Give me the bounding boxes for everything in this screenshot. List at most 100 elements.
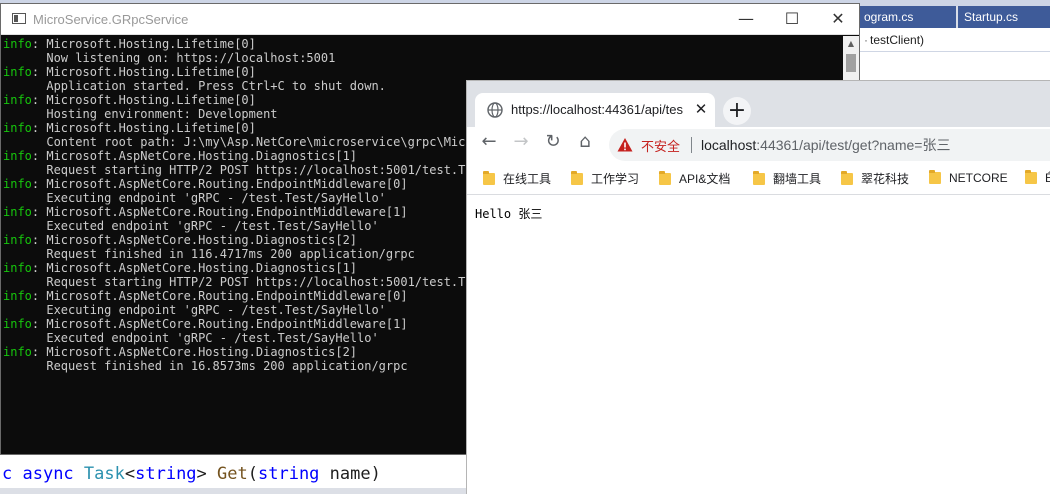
forward-button[interactable]: → — [507, 131, 535, 159]
log-level: info — [3, 317, 32, 331]
reload-button[interactable]: ↻ — [539, 131, 567, 159]
address-separator — [691, 137, 692, 153]
bookmark-folder[interactable]: API&文档 — [659, 170, 730, 188]
log-text: : Microsoft.Hosting.Lifetime[0] — [31, 65, 256, 79]
browser-window: https://localhost:44361/api/tes ✕ + ← → … — [466, 80, 1050, 494]
browser-tab-strip: https://localhost:44361/api/tes ✕ + — [467, 81, 1050, 127]
log-text: Application started. Press Ctrl+C to shu… — [3, 79, 386, 93]
folder-icon — [1025, 170, 1037, 184]
log-text: : Microsoft.Hosting.Lifetime[0] — [31, 93, 256, 107]
console-title: MicroService.GRpcService — [33, 12, 189, 27]
code-token: name) — [319, 464, 381, 484]
close-button[interactable]: ✕ — [815, 4, 861, 35]
code-token: async — [22, 464, 74, 484]
log-level: info — [3, 149, 32, 163]
bookmarks-bar: 在线工具 工作学习 API&文档 翻墙工具 翠花科技 NETCORE É — [467, 163, 1050, 195]
bookmark-folder[interactable]: NETCORE — [929, 170, 1008, 188]
folder-icon — [571, 171, 583, 185]
new-tab-button[interactable]: + — [723, 97, 751, 125]
log-text: : Microsoft.Hosting.Lifetime[0] — [31, 37, 256, 51]
maximize-button[interactable]: ☐ — [769, 4, 815, 35]
home-button[interactable]: ⌂ — [571, 131, 599, 159]
log-text: : Microsoft.Hosting.Lifetime[0] — [31, 121, 256, 135]
bookmark-label: 工作学习 — [591, 172, 640, 186]
browser-tab-title: https://localhost:44361/api/tes — [511, 102, 684, 117]
url-text[interactable]: localhost:44361/api/test/get?name=张三 — [701, 135, 950, 155]
log-level: info — [3, 205, 32, 219]
security-status[interactable]: 不安全 — [641, 136, 680, 155]
code-token: Task — [83, 464, 125, 484]
bookmark-folder[interactable]: 翠花科技 — [841, 170, 909, 188]
folder-icon — [841, 171, 853, 185]
ide-tab-program[interactable]: ogram.cs — [858, 6, 956, 28]
code-token: > — [196, 464, 218, 484]
browser-tab[interactable]: https://localhost:44361/api/tes ✕ — [475, 93, 715, 127]
browser-toolbar: ← → ↻ ⌂ 不安全 localhost:44361/api/test/get… — [467, 127, 1050, 163]
scrollbar-thumb[interactable] — [846, 54, 856, 72]
log-text: : Microsoft.AspNetCore.Hosting.Diagnosti… — [31, 345, 358, 359]
page-content: Hello 张三 — [467, 196, 1050, 494]
log-text: : Microsoft.AspNetCore.Routing.EndpointM… — [31, 289, 408, 303]
url-host: localhost — [701, 137, 757, 153]
console-app-icon — [12, 13, 26, 24]
log-text: Content root path: J:\my\Asp.NetCore\mic… — [3, 135, 480, 149]
log-text: : Microsoft.AspNetCore.Routing.EndpointM… — [31, 317, 408, 331]
log-level: info — [3, 261, 32, 275]
log-text: Executing endpoint 'gRPC - /test.Test/Sa… — [3, 191, 386, 205]
log-level: info — [3, 289, 32, 303]
bookmark-folder[interactable]: É — [1025, 170, 1050, 188]
minimize-button[interactable]: — — [723, 4, 769, 35]
log-text: Executing endpoint 'gRPC - /test.Test/Sa… — [3, 303, 386, 317]
log-text: Now listening on: https://localhost:5001 — [3, 51, 336, 65]
code-token: string — [135, 464, 197, 484]
folder-icon — [753, 171, 765, 185]
bookmark-folder[interactable]: 翻墙工具 — [753, 170, 821, 188]
log-text: : Microsoft.AspNetCore.Routing.EndpointM… — [31, 177, 408, 191]
log-text: Executed endpoint 'gRPC - /test.Test/Say… — [3, 331, 379, 345]
log-text: : Microsoft.AspNetCore.Hosting.Diagnosti… — [31, 149, 358, 163]
log-text: Request starting HTTP/2 POST https://loc… — [3, 275, 480, 289]
bookmark-label: É — [1045, 171, 1050, 185]
globe-icon — [487, 102, 503, 118]
code-token: c — [2, 464, 23, 484]
log-text: Hosting environment: Development — [3, 107, 278, 121]
log-level: info — [3, 93, 32, 107]
ide-navigation-bar[interactable]: · testClient) — [858, 28, 1050, 52]
log-level: info — [3, 345, 32, 359]
code-token: ( — [247, 464, 258, 484]
scroll-up-icon[interactable]: ▲ — [843, 36, 859, 52]
back-button[interactable]: ← — [475, 131, 503, 159]
console-log-line: info: Microsoft.Hosting.Lifetime[0] — [3, 65, 841, 79]
log-level: info — [3, 177, 32, 191]
console-log-line: info: Microsoft.Hosting.Lifetime[0] — [3, 37, 841, 51]
bookmark-folder[interactable]: 工作学习 — [571, 170, 639, 188]
folder-icon — [929, 170, 941, 184]
log-text: Request starting HTTP/2 POST https://loc… — [3, 163, 480, 177]
ide-tab-strip: ogram.cs Startup.cs — [858, 6, 1050, 28]
warning-icon[interactable] — [617, 137, 633, 153]
bookmark-folder[interactable]: 在线工具 — [483, 170, 551, 188]
log-level: info — [3, 37, 32, 51]
ide-tab-startup[interactable]: Startup.cs — [958, 6, 1050, 28]
code-token: < — [124, 464, 136, 484]
log-level: info — [3, 233, 32, 247]
ide-nav-text: testClient) — [870, 33, 925, 47]
log-level: info — [3, 121, 32, 135]
console-title-bar[interactable]: MicroService.GRpcService — ☐ ✕ — [1, 4, 859, 35]
page-response-text: Hello 张三 — [475, 207, 543, 221]
bookmark-label: 翻墙工具 — [773, 172, 822, 186]
address-bar[interactable]: 不安全 localhost:44361/api/test/get?name=张三 — [609, 129, 1050, 161]
console-log-line: Now listening on: https://localhost:5001 — [3, 51, 841, 65]
log-text: : Microsoft.AspNetCore.Routing.EndpointM… — [31, 205, 408, 219]
log-text: Executed endpoint 'gRPC - /test.Test/Say… — [3, 219, 379, 233]
bookmark-label: 在线工具 — [503, 172, 552, 186]
log-level: info — [3, 65, 32, 79]
folder-icon — [483, 171, 495, 185]
log-text: : Microsoft.AspNetCore.Hosting.Diagnosti… — [31, 261, 358, 275]
ide-nav-arrow-icon: · — [864, 33, 868, 47]
bookmark-label: NETCORE — [949, 171, 1008, 185]
log-text: Request finished in 116.4717ms 200 appli… — [3, 247, 415, 261]
close-tab-icon[interactable]: ✕ — [691, 99, 711, 119]
code-token: string — [258, 464, 320, 484]
